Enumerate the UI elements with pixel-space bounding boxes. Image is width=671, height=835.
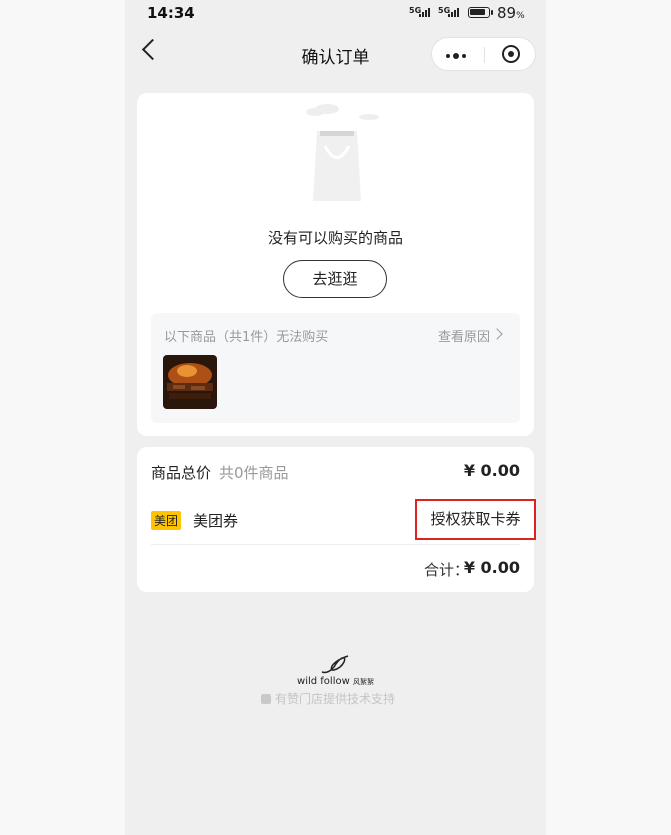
more-icon[interactable]: [446, 53, 466, 59]
total-label: 商品总价: [151, 464, 212, 482]
brand-logo: [321, 655, 349, 674]
brand-name: wild follow 风絮絮: [297, 676, 374, 687]
battery-percent: 89%: [497, 4, 525, 22]
unavailable-label: 以下商品（共1件）无法购买: [164, 330, 329, 345]
empty-bag-icon: [306, 104, 379, 201]
item-count: 共0件商品: [219, 464, 289, 482]
status-bar: 14:34 5G 5G 89%: [125, 0, 546, 28]
chevron-right-icon[interactable]: [491, 328, 503, 340]
thumbs-up-icon: [261, 694, 271, 704]
order-summary-card: 商品总价 共0件商品 ¥ 0.00 美团 美团券 授权获取卡券 合计： ¥ 0.…: [137, 447, 536, 592]
divider: [151, 544, 520, 545]
authorize-coupon-button[interactable]: 授权获取卡券: [415, 499, 536, 540]
status-time: 14:34: [147, 4, 195, 22]
product-thumbnail: [163, 355, 217, 409]
meituan-badge: 美团: [151, 511, 182, 530]
capsule-divider: [484, 47, 485, 63]
view-reason-link[interactable]: 查看原因: [438, 326, 490, 345]
powered-by: 有赞门店提供技术支持: [261, 690, 395, 707]
unavailable-items: 以下商品（共1件）无法购买 查看原因: [151, 313, 520, 423]
browse-button[interactable]: 去逛逛: [283, 260, 387, 298]
close-mini-program-icon[interactable]: [502, 45, 520, 63]
signal-icon-2: [448, 8, 459, 17]
empty-message: 没有可以购买的商品: [267, 229, 403, 247]
signal-icon: [419, 8, 430, 17]
sum-label: 合计：: [424, 561, 470, 579]
battery-icon: [468, 7, 493, 18]
coupon-label: 美团券: [193, 512, 239, 530]
sum-amount: ¥ 0.00: [463, 558, 520, 577]
total-amount: ¥ 0.00: [463, 461, 520, 480]
nav-bar: 确认订单: [125, 34, 546, 74]
phone-screen: 14:34 5G 5G 89% 确认订单 没有可以购买的商品 去逛逛 以下商品（…: [125, 0, 546, 835]
cart-card: 没有可以购买的商品 去逛逛 以下商品（共1件）无法购买 查看原因: [137, 93, 534, 436]
mini-program-capsule: [431, 37, 536, 71]
